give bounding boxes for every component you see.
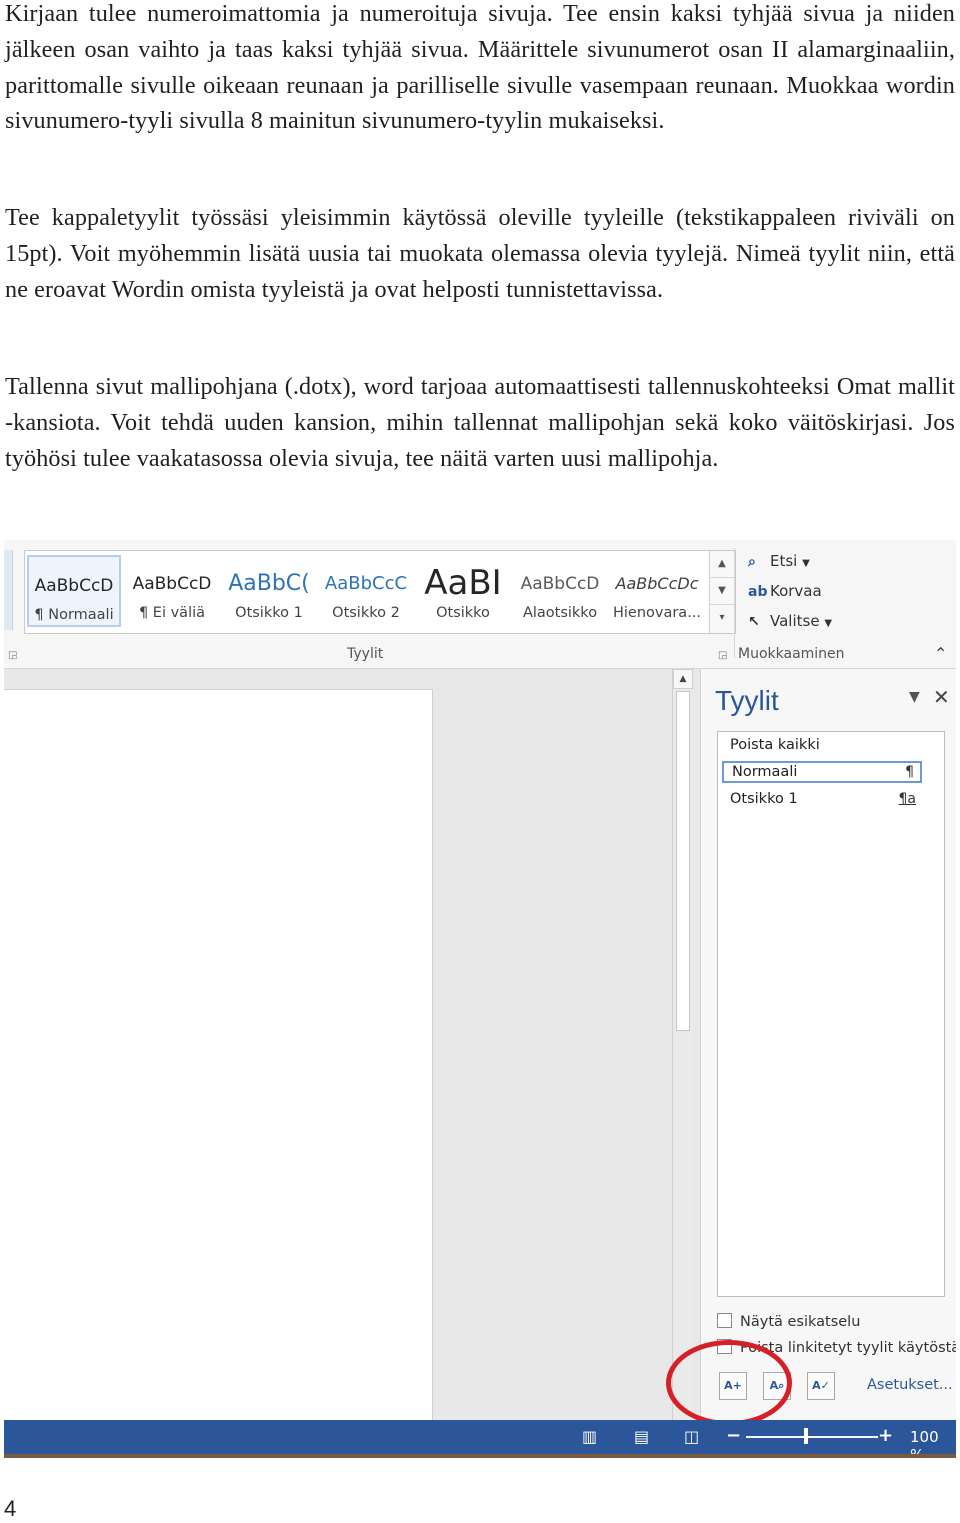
style-sample: AaBbCcC: [324, 573, 408, 594]
style-sample: AaBbCcD: [34, 576, 114, 596]
select-label: Valitse: [770, 612, 820, 630]
paragraph-styles: Tee kappaletyylit työssäsi yleisimmin kä…: [5, 204, 955, 303]
close-icon[interactable]: ✕: [933, 685, 950, 709]
style-label: Otsikko 1: [235, 605, 303, 621]
highlight-circle: [666, 1340, 792, 1426]
style-name: Otsikko 1: [730, 791, 798, 807]
linked-style-icon: ¶a: [898, 791, 917, 807]
cursor-icon: ↖: [748, 614, 760, 630]
collapse-ribbon-icon[interactable]: ⌃: [934, 644, 947, 663]
desktop-strip: [4, 1454, 956, 1458]
read-mode-icon[interactable]: ▥: [582, 1427, 597, 1446]
replace-icon: ab: [748, 584, 768, 600]
styles-gallery: AaBbCcD ¶ Normaali AaBbCcD ¶ Ei väliä Aa…: [24, 550, 736, 634]
ribbon-left-strip: [4, 550, 13, 630]
style-label: ¶ Normaali: [34, 607, 114, 623]
style-name: Normaali: [732, 764, 798, 780]
find-label: Etsi: [770, 552, 798, 570]
chevron-down-icon: ▼: [824, 618, 833, 629]
style-tile-hienovarainen[interactable]: AaBbCcDc Hienovara...: [610, 555, 704, 627]
status-bar: ▥ ▤ ◫ − + 100 %: [4, 1420, 956, 1458]
select-button[interactable]: ↖ Valitse ▼: [748, 612, 832, 630]
page-number: 4: [4, 1496, 17, 1521]
zoom-in-icon[interactable]: +: [878, 1425, 893, 1446]
replace-label: Korvaa: [770, 582, 822, 600]
zoom-slider[interactable]: [746, 1436, 878, 1438]
style-label: Otsikko: [436, 605, 490, 621]
style-sample: AaBbC(: [228, 571, 310, 596]
group-divider: [734, 548, 735, 658]
style-tile-alaotsikko[interactable]: AaBbCcD Alaotsikko: [513, 555, 607, 627]
vertical-scrollbar[interactable]: ▲: [672, 669, 693, 1420]
styles-launcher-icon[interactable]: ◲: [718, 650, 727, 661]
gallery-more-icon[interactable]: ▾: [710, 605, 734, 631]
replace-button[interactable]: ab Korvaa: [748, 582, 822, 600]
print-layout-icon[interactable]: ▤: [634, 1427, 649, 1446]
show-preview-checkbox[interactable]: Näytä esikatselu: [717, 1313, 860, 1330]
gallery-scroll: ▲ ▼ ▾: [709, 551, 734, 633]
document-area: [4, 669, 704, 1421]
scroll-up-icon[interactable]: ▲: [673, 669, 693, 689]
styles-list: Poista kaikki Normaali ¶ Otsikko 1 ¶a: [717, 731, 945, 1297]
paragraph-page-setup: Kirjaan tulee numeroimattomia ja numeroi…: [5, 0, 955, 135]
style-sample: AaBbCcD: [132, 574, 212, 594]
document-page[interactable]: [4, 689, 433, 1421]
scroll-thumb[interactable]: [676, 691, 690, 1031]
web-layout-icon[interactable]: ◫: [684, 1427, 699, 1446]
pane-options-icon[interactable]: ▼: [909, 689, 920, 705]
binoculars-icon: ⌕: [748, 554, 756, 570]
styles-pane: Tyylit ▼ ✕ Poista kaikki Normaali ¶ Otsik…: [700, 669, 956, 1420]
find-button[interactable]: ⌕ Etsi ▼: [748, 552, 810, 570]
chevron-down-icon: ▼: [802, 558, 810, 569]
style-sample: AaBbCcD: [520, 574, 600, 594]
paragraph-template: Tallenna sivut mallipohjana (.dotx), wor…: [5, 373, 955, 472]
list-item[interactable]: Poista kaikki: [722, 734, 922, 756]
editing-group-label: Muokkaaminen: [738, 646, 845, 662]
show-preview-label: Näytä esikatselu: [740, 1314, 861, 1330]
style-name: Poista kaikki: [730, 737, 820, 753]
gallery-up-icon[interactable]: ▲: [710, 551, 734, 578]
style-sample: AaBbCcDc: [615, 574, 699, 593]
checkbox-icon: [717, 1313, 732, 1328]
style-tile-ei-valia[interactable]: AaBbCcD ¶ Ei väliä: [125, 555, 219, 627]
style-label: Otsikko 2: [332, 605, 400, 621]
list-item[interactable]: Normaali ¶: [722, 761, 922, 783]
zoom-slider-handle[interactable]: [804, 1428, 808, 1444]
dialog-launcher-icon[interactable]: ◲: [8, 650, 17, 661]
style-tile-normaali[interactable]: AaBbCcD ¶ Normaali: [27, 555, 121, 627]
styles-pane-title: Tyylit: [715, 685, 779, 716]
list-item[interactable]: Otsikko 1 ¶a: [722, 788, 922, 810]
style-tile-otsikko[interactable]: AaBI Otsikko: [416, 555, 510, 627]
ribbon: AaBbCcD ¶ Normaali AaBbCcD ¶ Ei väliä Aa…: [4, 540, 956, 669]
style-label: Hienovara...: [612, 605, 702, 621]
word-screenshot: AaBbCcD ¶ Normaali AaBbCcD ¶ Ei väliä Aa…: [4, 540, 956, 1458]
styles-group-label: Tyylit: [347, 646, 384, 662]
zoom-out-icon[interactable]: −: [726, 1425, 741, 1446]
style-label: Alaotsikko: [522, 605, 598, 621]
style-label: ¶ Ei väliä: [138, 605, 206, 621]
options-link[interactable]: Asetukset...: [867, 1377, 953, 1393]
manage-styles-icon: A✓: [812, 1379, 830, 1392]
manage-styles-button[interactable]: A✓: [807, 1372, 835, 1400]
paragraph-mark-icon: ¶: [905, 764, 914, 780]
gallery-down-icon[interactable]: ▼: [710, 578, 734, 605]
style-tile-otsikko-2[interactable]: AaBbCcC Otsikko 2: [319, 555, 413, 627]
style-tile-otsikko-1[interactable]: AaBbC( Otsikko 1: [222, 555, 316, 627]
style-sample: AaBI: [424, 563, 502, 603]
